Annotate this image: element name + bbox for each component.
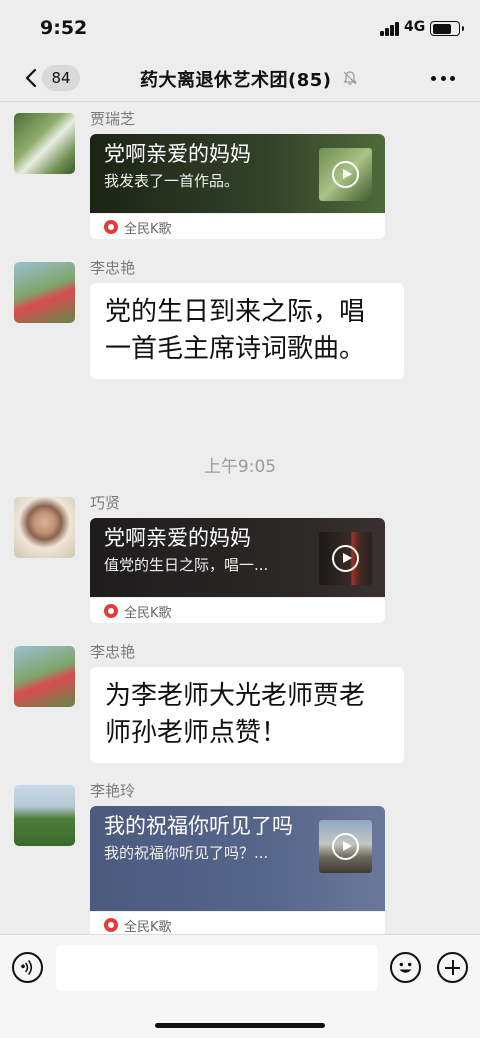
card-source: 全民K歌 (90, 597, 385, 623)
avatar[interactable] (14, 262, 75, 323)
card-thumbnail (319, 532, 372, 585)
music-card[interactable]: 我的祝福你听见了吗 我的祝福你听见了吗？... 全民K歌 (90, 806, 385, 937)
avatar[interactable] (14, 785, 75, 846)
smiley-icon[interactable] (390, 952, 421, 983)
music-card[interactable]: 党啊亲爱的妈妈 我发表了一首作品。 全民K歌 (90, 134, 385, 239)
music-card[interactable]: 党啊亲爱的妈妈 值党的生日之际，唱一... 全民K歌 (90, 518, 385, 623)
network-type: 4G (404, 19, 426, 35)
card-subtitle: 值党的生日之际，唱一... (104, 556, 269, 574)
input-bar (0, 934, 480, 1038)
plus-circle-icon[interactable] (437, 952, 468, 983)
play-icon[interactable] (332, 545, 359, 572)
sender-name: 贾瑞芝 (90, 110, 136, 128)
chat-header: 84 药大离退休艺术团(85) (0, 56, 480, 102)
card-source: 全民K歌 (90, 213, 385, 239)
source-app-name: 全民K歌 (124, 606, 172, 621)
play-icon[interactable] (332, 161, 359, 188)
sender-name: 李忠艳 (90, 643, 136, 661)
bell-slash-icon (343, 71, 357, 85)
avatar[interactable] (14, 646, 75, 707)
message-input[interactable] (56, 945, 378, 991)
play-icon[interactable] (332, 833, 359, 860)
message-bubble[interactable]: 党的生日到来之际，唱一首毛主席诗词歌曲。 (90, 283, 404, 379)
chat-title: 药大离退休艺术团(85) (140, 70, 332, 91)
kge-app-icon (104, 220, 118, 234)
voice-icon[interactable] (12, 952, 43, 983)
sender-name: 李忠艳 (90, 259, 136, 277)
more-dots-icon[interactable] (431, 76, 455, 82)
card-title: 党啊亲爱的妈妈 (104, 526, 251, 550)
sender-name: 李艳玲 (90, 782, 136, 800)
sender-name: 巧贤 (90, 494, 121, 512)
card-subtitle: 我的祝福你听见了吗？... (104, 844, 269, 862)
signal-icon (380, 22, 400, 36)
avatar[interactable] (14, 113, 75, 174)
source-app-name: 全民K歌 (124, 222, 172, 237)
card-title: 我的祝福你听见了吗 (104, 814, 293, 838)
unread-count-badge[interactable]: 84 (42, 65, 80, 91)
source-app-name: 全民K歌 (124, 920, 172, 935)
kge-app-icon (104, 604, 118, 618)
timestamp-separator: 上午9:05 (203, 457, 277, 477)
card-subtitle: 我发表了一首作品。 (104, 172, 240, 190)
home-indicator (155, 1023, 325, 1028)
card-title: 党啊亲爱的妈妈 (104, 142, 251, 166)
avatar[interactable] (14, 497, 75, 558)
card-thumbnail (319, 820, 372, 873)
card-thumbnail (319, 148, 372, 201)
status-bar: 9:52 4G (0, 0, 480, 56)
kge-app-icon (104, 918, 118, 932)
message-bubble[interactable]: 为李老师大光老师贾老师孙老师点赞！ (90, 667, 404, 763)
chevron-left-icon[interactable] (24, 68, 38, 88)
status-time: 9:52 (40, 17, 88, 39)
battery-icon (430, 21, 464, 36)
